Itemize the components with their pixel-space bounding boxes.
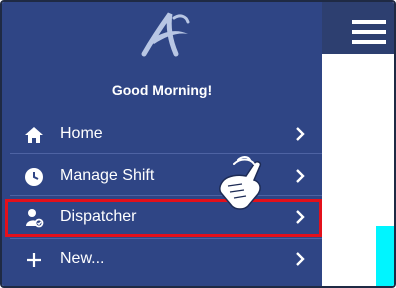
sidebar-item-new[interactable]: New... — [10, 240, 320, 278]
home-icon — [25, 127, 43, 143]
sidebar-item-label: Manage Shift — [60, 167, 155, 184]
app-logo — [141, 12, 190, 57]
hamburger-menu-icon[interactable] — [352, 20, 386, 44]
sidebar-item-home[interactable]: Home — [10, 115, 320, 153]
chevron-right-icon — [296, 127, 305, 141]
chevron-right-icon — [296, 169, 305, 183]
main-content — [322, 2, 394, 286]
sidebar-item-label: New... — [60, 250, 105, 267]
divider — [10, 238, 322, 239]
sidebar-menu: Good Morning! Home Manage Shift Dispatch… — [2, 2, 322, 286]
chevron-right-icon — [296, 252, 305, 266]
plus-icon — [27, 253, 41, 267]
app-frame: Good Morning! Home Manage Shift Dispatch… — [0, 0, 396, 288]
tap-pointer-icon — [219, 156, 262, 210]
clock-icon — [25, 168, 43, 186]
sidebar-item-label: Home — [60, 125, 103, 142]
greeting-text: Good Morning! — [111, 82, 213, 98]
top-bar — [322, 2, 394, 54]
content-accent-block — [376, 226, 394, 286]
